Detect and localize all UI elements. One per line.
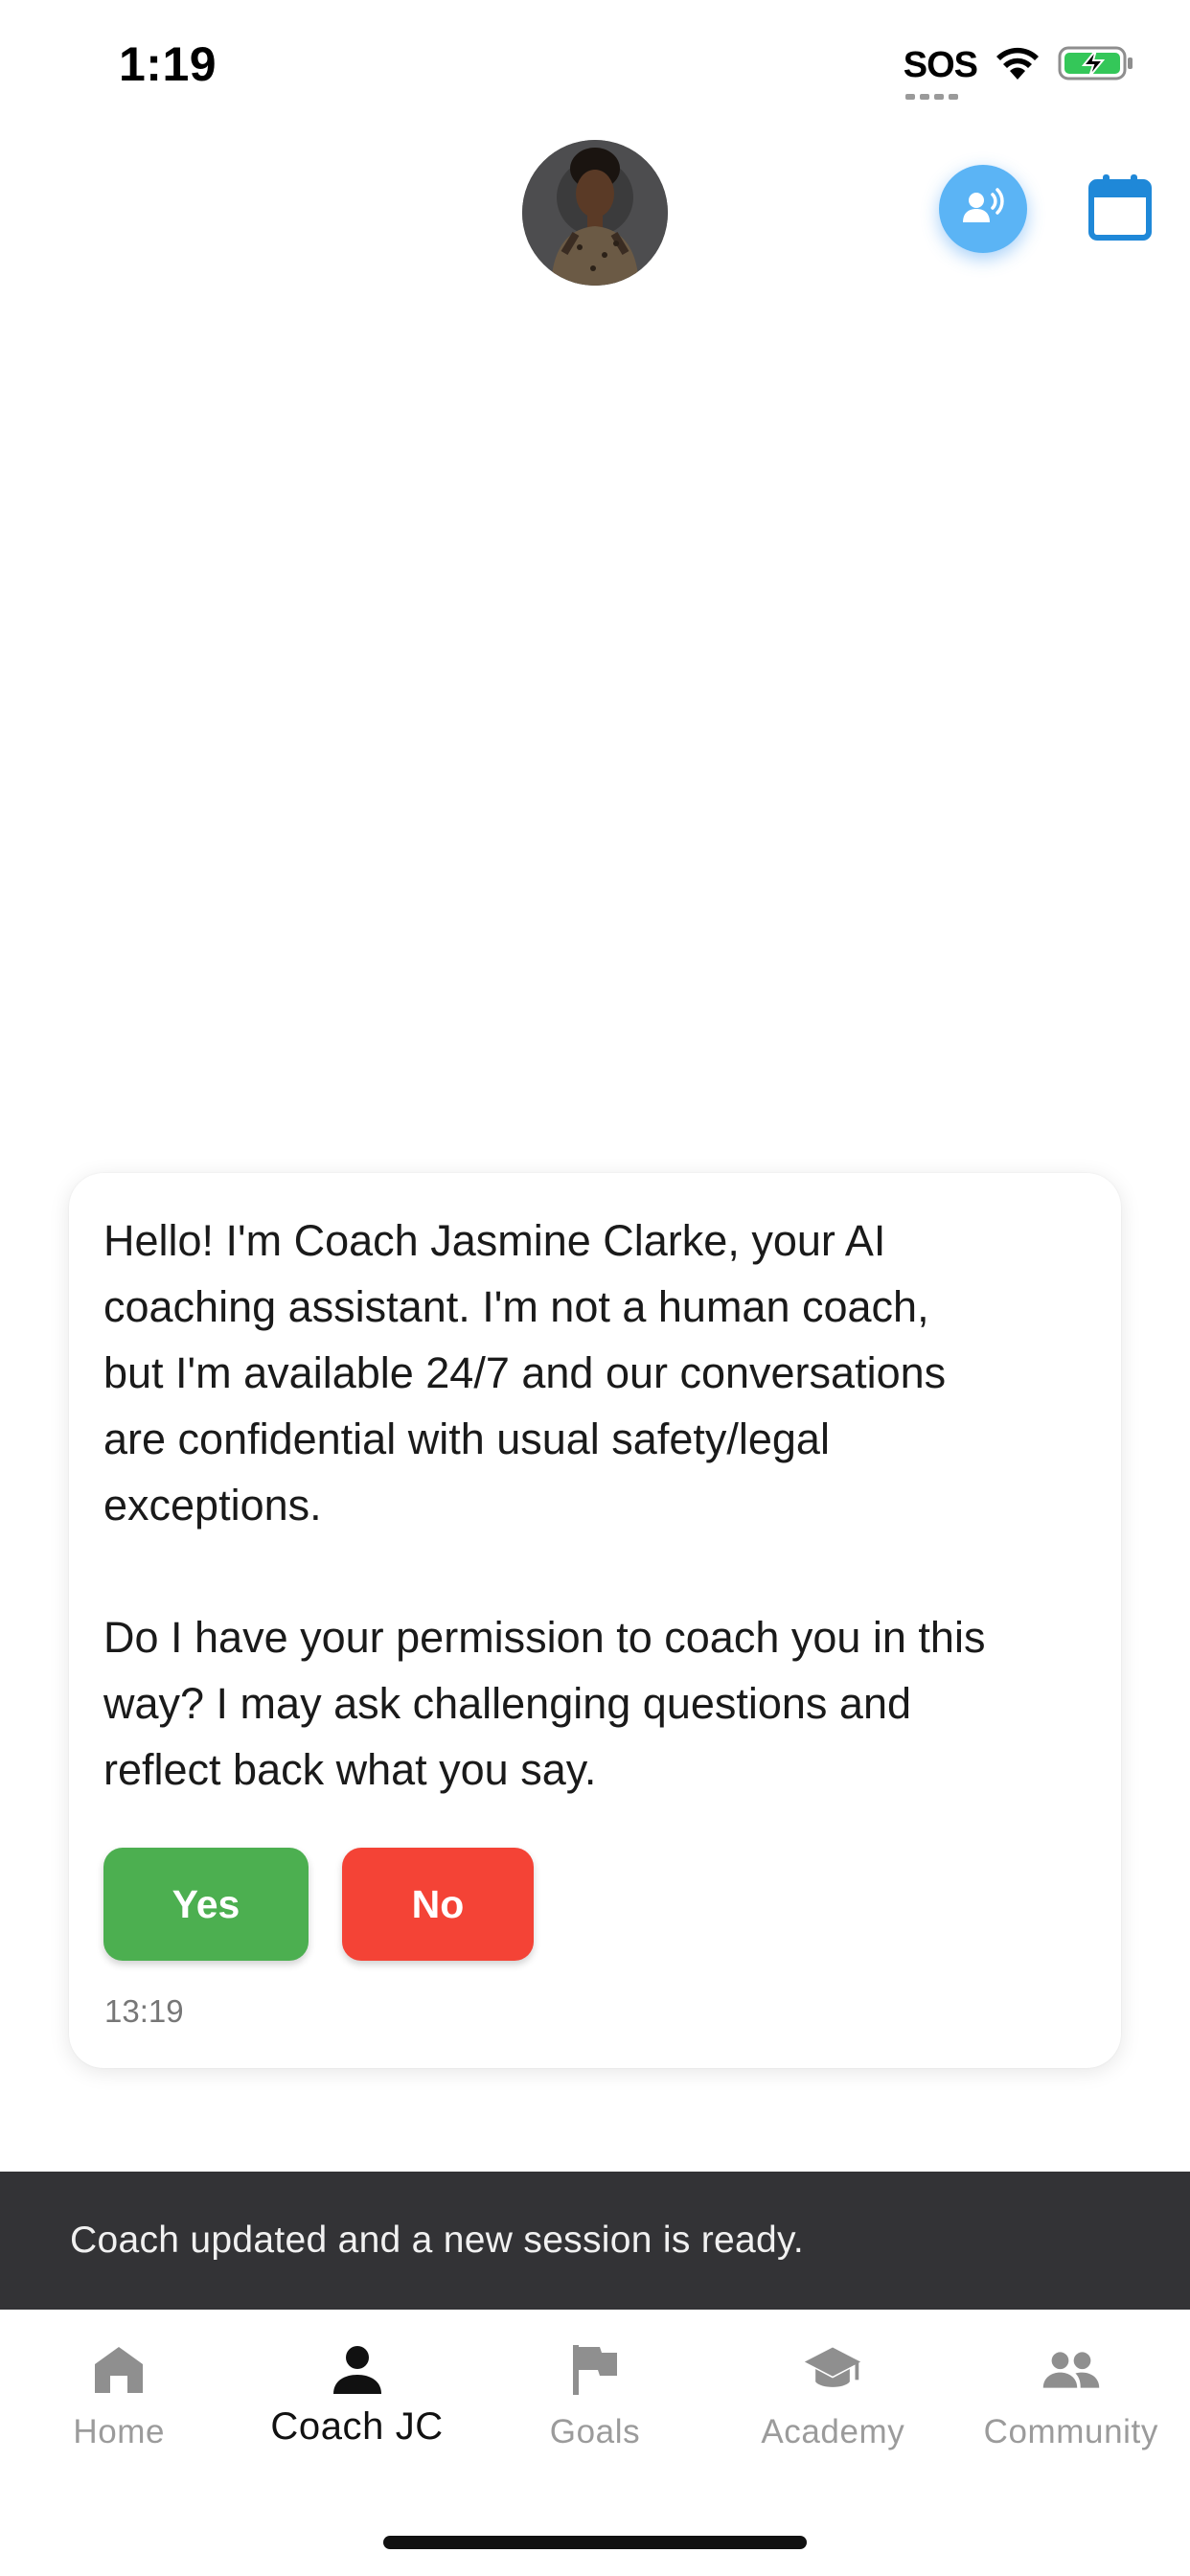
nav-label-goals: Goals	[549, 2413, 641, 2450]
sos-indicator: SOS	[903, 44, 978, 100]
nav-item-academy[interactable]: Academy	[714, 2310, 951, 2453]
voice-chat-icon	[961, 187, 1005, 231]
flag-icon	[565, 2340, 625, 2400]
coach-avatar[interactable]	[522, 140, 668, 286]
nav-label-coach: Coach JC	[270, 2405, 444, 2448]
yes-button[interactable]: Yes	[103, 1848, 309, 1961]
sos-label: SOS	[903, 44, 978, 85]
person-icon	[328, 2340, 387, 2400]
nav-label-home: Home	[73, 2413, 166, 2450]
battery-charging-icon	[1058, 44, 1134, 87]
status-bar: 1:19 SOS	[0, 0, 1190, 125]
voice-chat-button[interactable]	[939, 165, 1027, 253]
nav-item-coach[interactable]: Coach JC	[238, 2310, 475, 2453]
calendar-icon	[1088, 174, 1152, 245]
wifi-icon	[995, 45, 1041, 86]
nav-label-community: Community	[983, 2413, 1158, 2450]
nav-item-community[interactable]: Community	[952, 2310, 1190, 2453]
sos-signal-dots	[904, 93, 958, 100]
status-time: 1:19	[119, 37, 217, 91]
people-icon	[1041, 2340, 1101, 2400]
coach-message-text: Hello! I'm Coach Jasmine Clarke, your AI…	[103, 1216, 986, 1794]
nav-item-goals[interactable]: Goals	[476, 2310, 714, 2453]
calendar-button[interactable]	[1088, 172, 1152, 242]
no-button[interactable]: No	[342, 1848, 534, 1961]
nav-label-academy: Academy	[761, 2413, 905, 2450]
snackbar: Coach updated and a new session is ready…	[0, 2172, 1190, 2310]
status-icons: SOS	[903, 36, 1134, 100]
graduation-cap-icon	[803, 2340, 862, 2400]
coach-message-card: Hello! I'm Coach Jasmine Clarke, your AI…	[69, 1173, 1121, 2068]
snackbar-text: Coach updated and a new session is ready…	[70, 2220, 805, 2261]
message-timestamp: 13:19	[104, 1993, 184, 2029]
home-indicator[interactable]	[383, 2536, 807, 2549]
home-icon	[89, 2340, 149, 2400]
bottom-nav: Home Coach JC Goals Academy Community	[0, 2310, 1190, 2453]
nav-item-home[interactable]: Home	[0, 2310, 238, 2453]
